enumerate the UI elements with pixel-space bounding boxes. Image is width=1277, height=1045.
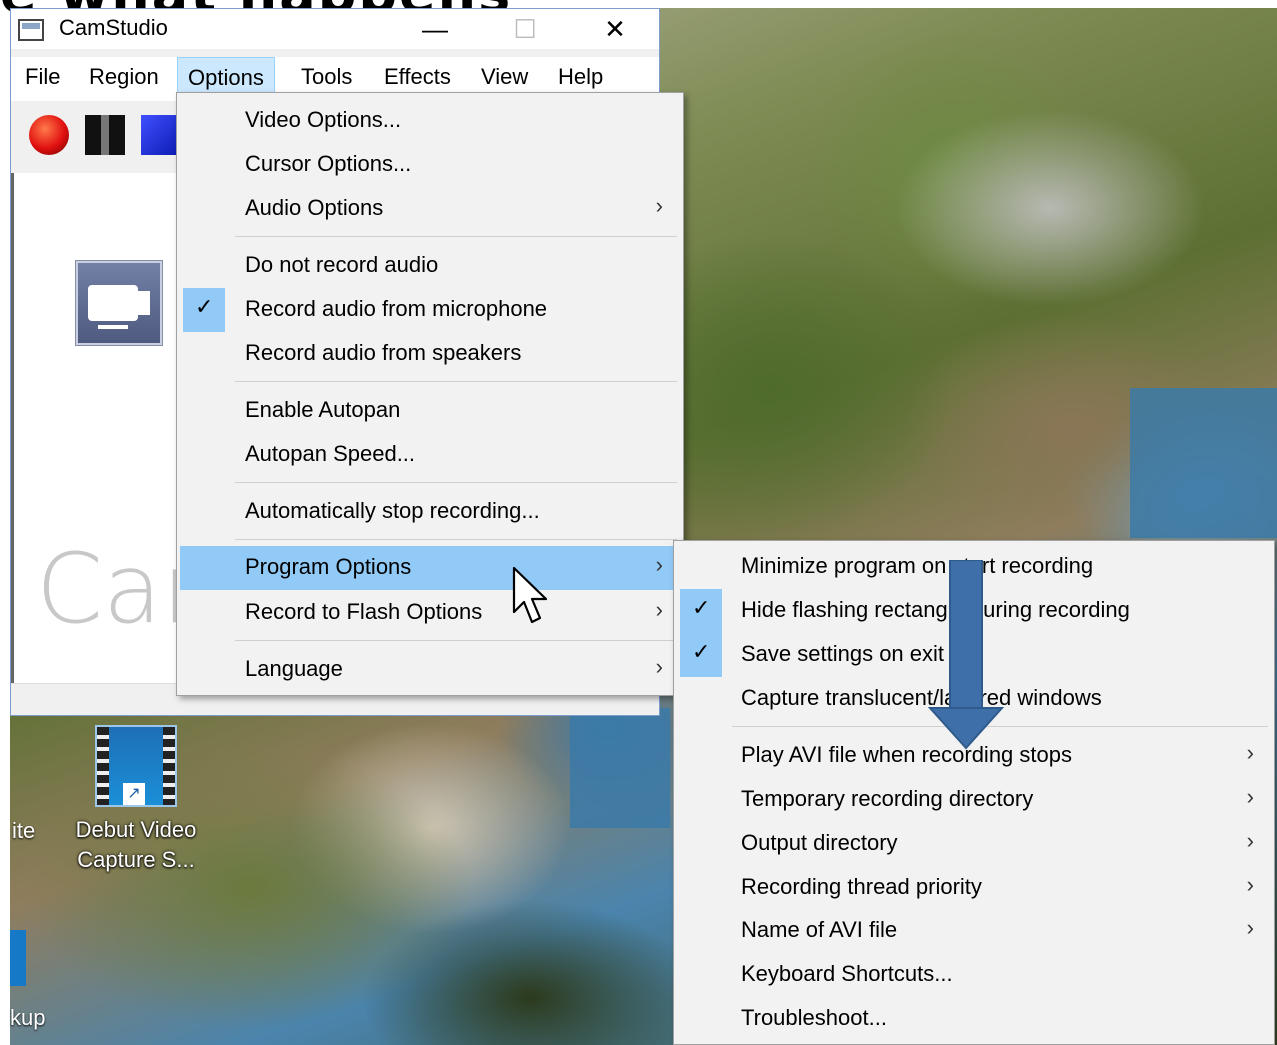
submenu-item-troubleshoot[interactable]: Troubleshoot... [674,997,1274,1041]
submenu-arrow-icon: › [1246,828,1254,853]
menu-region[interactable]: Region [79,57,169,97]
close-button[interactable]: ✕ [585,9,645,49]
menu-item-record-speakers[interactable]: Record audio from speakers [177,332,683,376]
client-area: Car [11,173,201,683]
menu-separator [235,381,677,382]
submenu-item-temp-directory[interactable]: Temporary recording directory › [674,778,1274,822]
menu-item-flash-options[interactable]: Record to Flash Options › [177,591,683,635]
checkmark-icon: ✓ [692,595,711,620]
menu-item-program-options[interactable]: Program Options › [180,546,680,590]
submenu-item-avi-name[interactable]: Name of AVI file › [674,909,1274,953]
menu-effects[interactable]: Effects [374,57,461,97]
maximize-button[interactable]: ☐ [495,9,555,49]
menu-item-auto-stop[interactable]: Automatically stop recording... [177,490,683,534]
menu-separator [235,539,677,540]
partial-desktop-icon[interactable] [10,930,26,986]
menu-item-no-audio[interactable]: Do not record audio [177,244,683,288]
menu-tools[interactable]: Tools [291,57,362,97]
partial-icon-label: ite [12,818,36,843]
desktop-icon-debut-video[interactable]: ↗ Debut Video Capture S... [66,725,206,875]
submenu-item-thread-priority[interactable]: Recording thread priority › [674,866,1274,910]
submenu-arrow-icon: › [1246,784,1254,809]
menu-item-autopan-speed[interactable]: Autopan Speed... [177,433,683,477]
menu-separator [235,236,677,237]
menu-file[interactable]: File [15,57,70,97]
record-button[interactable] [29,115,69,155]
menu-view[interactable]: View [471,57,538,97]
check-indicator: ✓ [680,633,722,677]
check-indicator: ✓ [183,288,225,332]
submenu-arrow-icon: › [1246,915,1254,940]
pause-button[interactable] [85,115,125,155]
menu-separator [235,482,677,483]
submenu-arrow-icon: › [655,654,663,679]
app-window-icon [18,19,44,41]
title-bar[interactable]: CamStudio — ☐ ✕ [11,9,659,49]
film-strip-icon: ↗ [95,725,177,807]
menu-item-language[interactable]: Language › [177,648,683,692]
options-menu: Video Options... Cursor Options... Audio… [176,92,684,696]
checkmark-icon: ✓ [195,294,214,319]
mouse-pointer-icon [512,566,548,624]
submenu-arrow-icon: › [655,552,663,577]
menu-item-audio-options[interactable]: Audio Options › [177,187,683,231]
window-title: CamStudio [59,15,168,40]
submenu-arrow-icon: › [1246,872,1254,897]
minimize-button[interactable]: — [405,9,465,49]
menu-help[interactable]: Help [548,57,613,97]
checkmark-icon: ✓ [692,639,711,664]
menu-options[interactable]: Options [177,57,275,97]
desktop-icon-label: Debut Video Capture S... [75,817,197,872]
submenu-arrow-icon: › [655,193,663,218]
check-indicator: ✓ [680,589,722,633]
submenu-arrow-icon: › [655,597,663,622]
shortcut-arrow-icon: ↗ [123,783,145,805]
submenu-item-keyboard-shortcuts[interactable]: Keyboard Shortcuts... [674,953,1274,997]
annotation-down-arrow-icon [928,560,1004,750]
submenu-arrow-icon: › [1246,740,1254,765]
menu-item-record-microphone[interactable]: ✓ Record audio from microphone [177,288,683,332]
partial-icon-label-bottom: kup [10,1005,46,1030]
menu-item-video-options[interactable]: Video Options... [177,99,683,143]
menu-item-cursor-options[interactable]: Cursor Options... [177,143,683,187]
stop-button[interactable] [141,115,181,155]
menu-separator [235,640,677,641]
camera-logo-icon [76,261,162,345]
submenu-item-output-directory[interactable]: Output directory › [674,822,1274,866]
menu-item-enable-autopan[interactable]: Enable Autopan [177,389,683,433]
